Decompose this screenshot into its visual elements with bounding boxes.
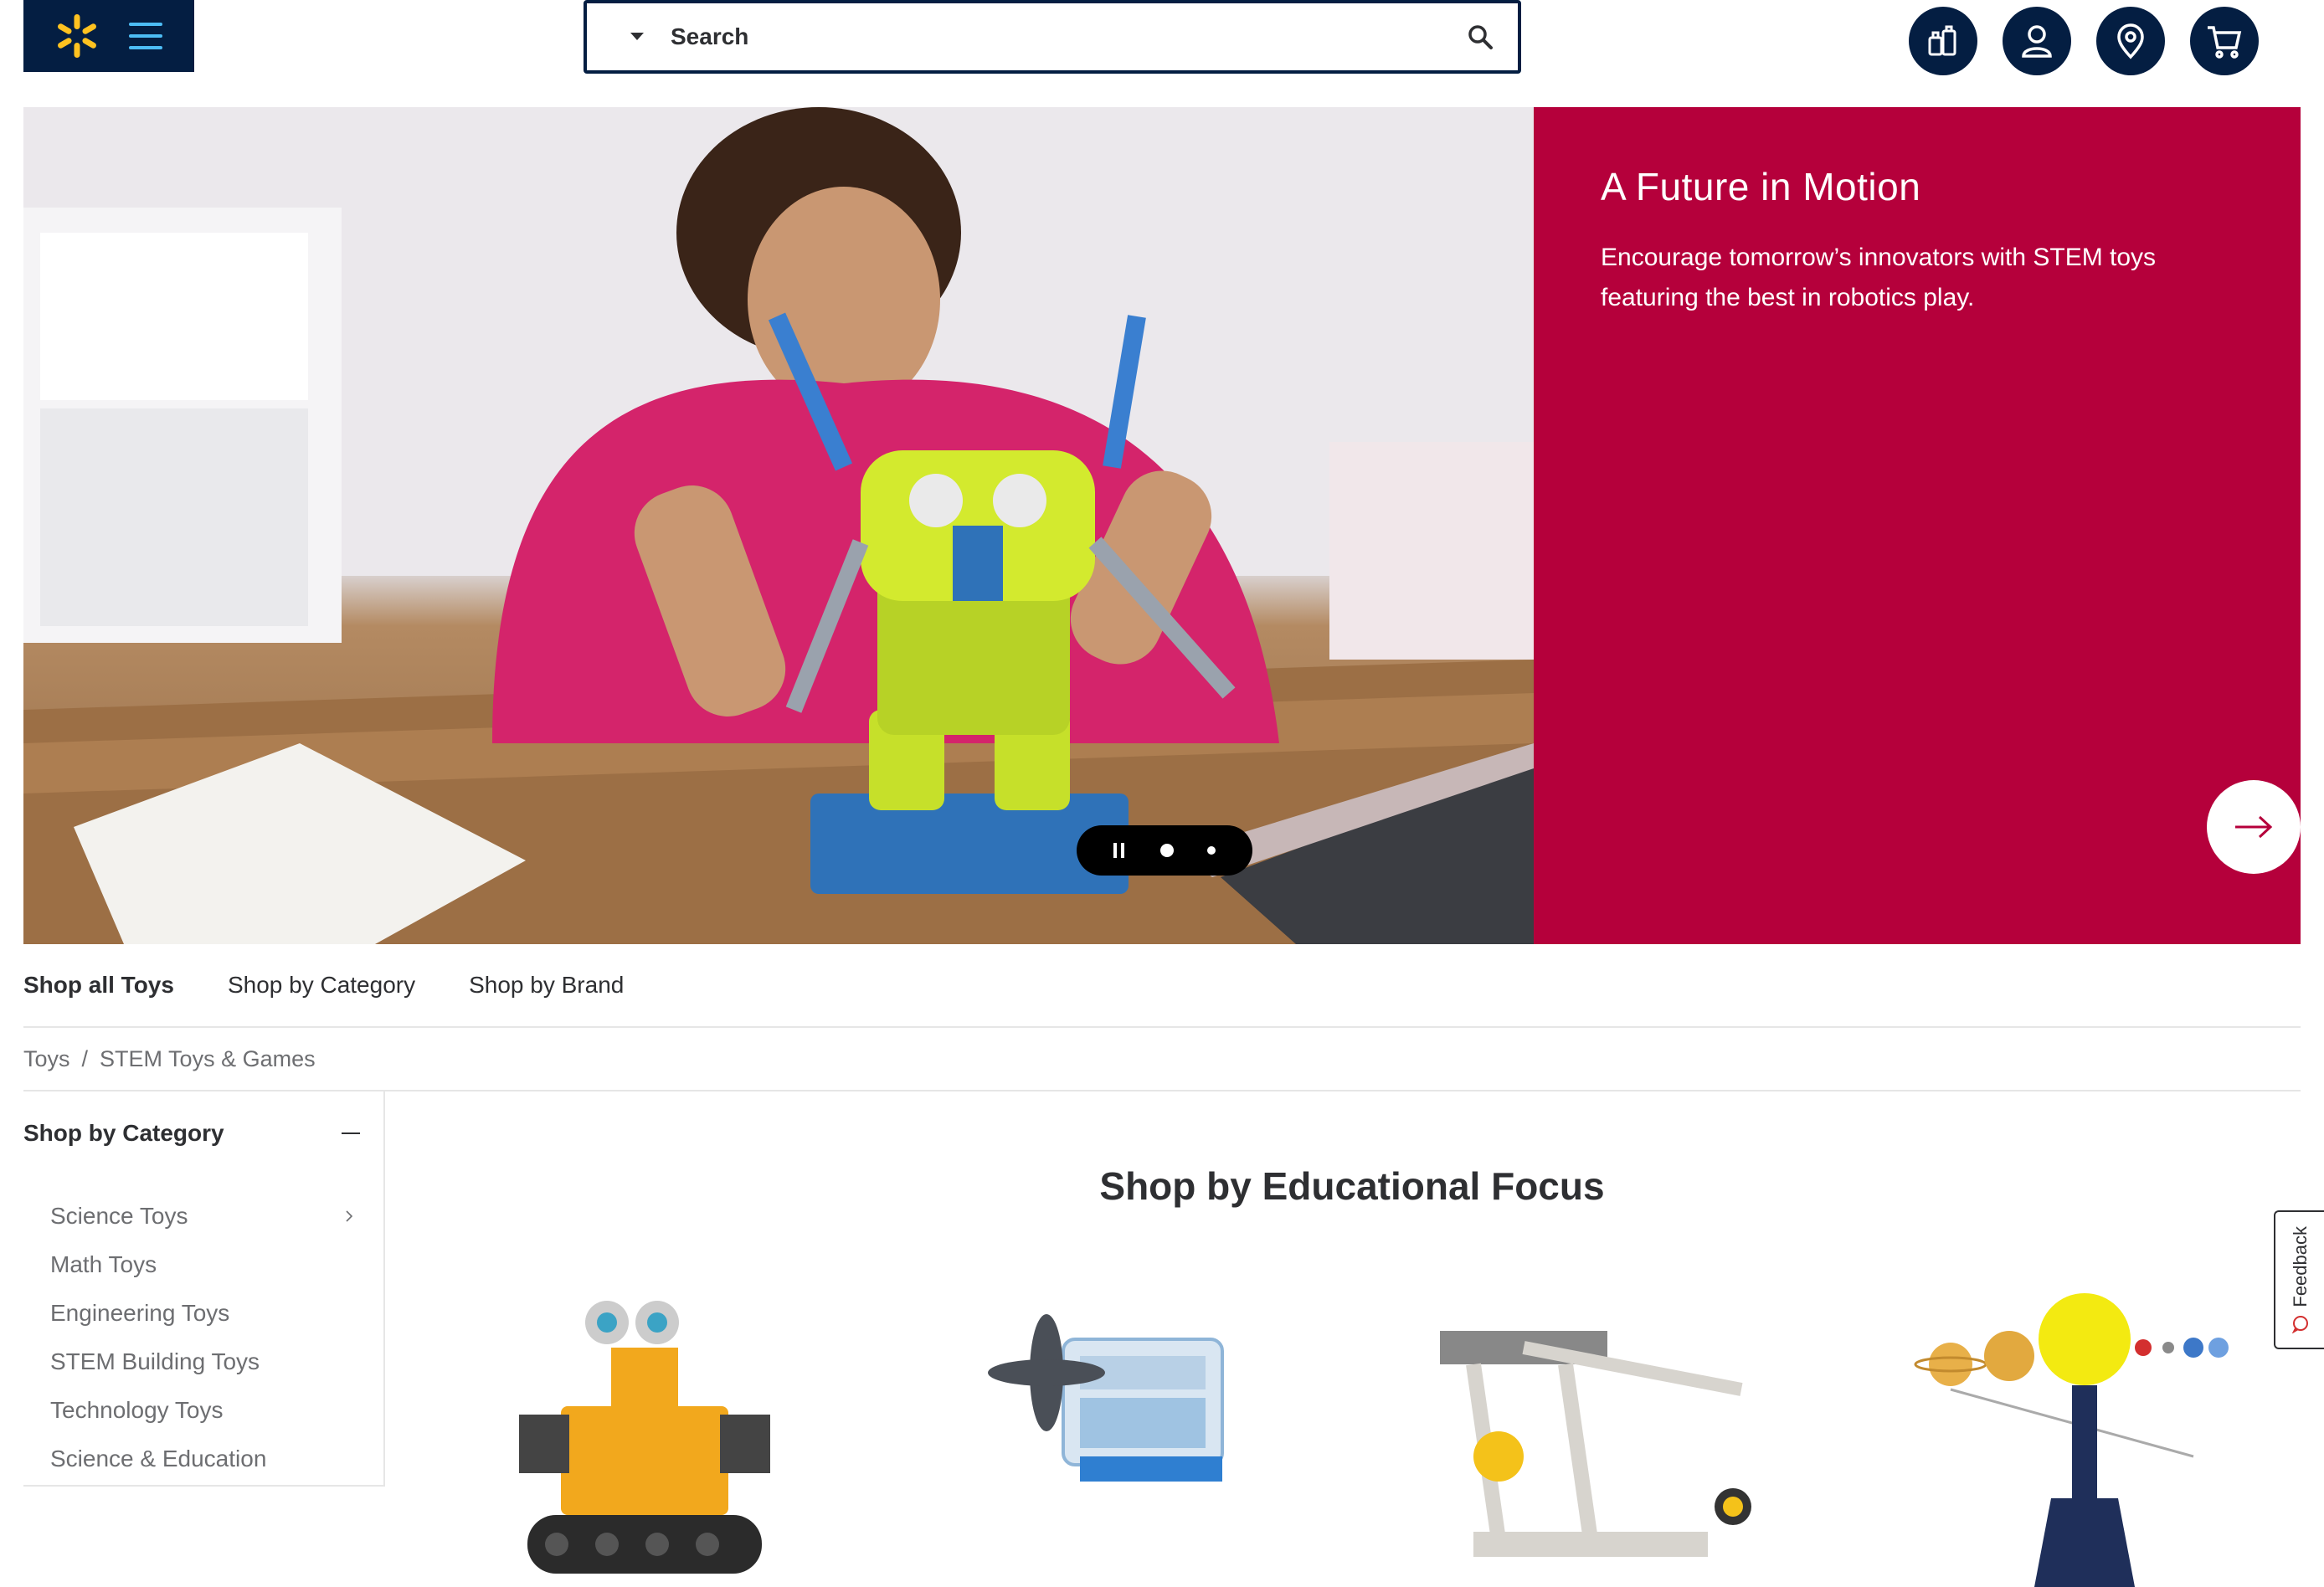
- search-input[interactable]: [671, 23, 1442, 50]
- section-title: Shop by Educational Focus: [1099, 1164, 1605, 1208]
- walmart-logo-bar[interactable]: [23, 0, 194, 72]
- feedback-label: Feedback: [2290, 1225, 2311, 1307]
- product-image-solar-system-model[interactable]: [1909, 1289, 2260, 1587]
- breadcrumb-separator: /: [81, 1045, 89, 1071]
- store-location-icon[interactable]: [2096, 7, 2165, 75]
- account-icon[interactable]: [2003, 7, 2071, 75]
- feedback-tab[interactable]: Feedback: [2274, 1210, 2324, 1349]
- product-image-crane-kit[interactable]: [1423, 1289, 1775, 1587]
- breadcrumb: Toys / STEM Toys & Games: [23, 1028, 2301, 1091]
- sidebar-item-engineering-toys[interactable]: Engineering Toys: [50, 1289, 383, 1338]
- hero-text-panel: A Future in Motion Encourage tomorrow’s …: [1534, 107, 2301, 944]
- slide-dot-active[interactable]: [1160, 844, 1174, 857]
- sidebar-item-stem-building-toys[interactable]: STEM Building Toys: [50, 1338, 383, 1386]
- feedback-chat-icon: [2291, 1316, 2308, 1334]
- sidebar-item-science-education[interactable]: Science & Education: [50, 1435, 383, 1483]
- sidebar-title: Shop by Category: [23, 1120, 224, 1146]
- collapse-minus-icon[interactable]: [342, 1132, 360, 1134]
- search-icon[interactable]: [1442, 23, 1518, 50]
- spark-logo-icon[interactable]: [54, 13, 100, 59]
- toys-subnav: Shop all Toys Shop by Category Shop by B…: [23, 944, 2301, 1028]
- educational-focus-grid: [435, 1289, 2311, 1587]
- sidebar-item-label: Math Toys: [50, 1251, 157, 1277]
- next-slide-button[interactable]: [2207, 780, 2301, 874]
- arrow-right-icon: [2235, 815, 2273, 839]
- pause-icon[interactable]: [1113, 843, 1127, 858]
- sidebar-header[interactable]: Shop by Category: [23, 1091, 383, 1175]
- hero-description: Encourage tomorrow’s innovators with STE…: [1601, 244, 2157, 311]
- sidebar-item-technology-toys[interactable]: Technology Toys: [50, 1386, 383, 1435]
- sidebar-item-math-toys[interactable]: Math Toys: [50, 1240, 383, 1289]
- menu-icon[interactable]: [127, 19, 164, 53]
- breadcrumb-stem-toys-games[interactable]: STEM Toys & Games: [100, 1046, 316, 1072]
- product-image-engine-kit[interactable]: [954, 1289, 1306, 1587]
- carousel-controls: [1077, 825, 1252, 876]
- departments-icon[interactable]: [1909, 7, 1977, 75]
- subnav-shop-by-category[interactable]: Shop by Category: [228, 972, 415, 999]
- category-list: Science Toys Math Toys Engineering Toys …: [23, 1175, 383, 1483]
- sidebar-item-label: Engineering Toys: [50, 1300, 230, 1326]
- slide-dot[interactable]: [1207, 846, 1216, 855]
- hero-image-girl-with-robot: [23, 107, 1534, 944]
- breadcrumb-toys[interactable]: Toys: [23, 1046, 70, 1072]
- chevron-right-icon: [346, 1210, 353, 1222]
- subnav-shop-by-brand[interactable]: Shop by Brand: [469, 972, 624, 999]
- sidebar-item-label: STEM Building Toys: [50, 1348, 260, 1374]
- department-dropdown-caret-icon[interactable]: [587, 32, 671, 42]
- sidebar-item-label: Science Toys: [50, 1203, 188, 1229]
- product-image-robot-kit[interactable]: [469, 1289, 820, 1587]
- header-actions: [1909, 7, 2259, 75]
- category-sidebar: Shop by Category Science Toys Math Toys …: [23, 1091, 385, 1487]
- subnav-shop-all-toys[interactable]: Shop all Toys: [23, 972, 174, 999]
- hero-banner[interactable]: A Future in Motion Encourage tomorrow’s …: [23, 107, 2301, 944]
- hero-title: A Future in Motion: [1601, 165, 1921, 208]
- search-bar: [584, 0, 1521, 74]
- sidebar-item-label: Technology Toys: [50, 1397, 224, 1423]
- sidebar-item-label: Science & Education: [50, 1446, 267, 1471]
- cart-icon[interactable]: [2190, 7, 2259, 75]
- sidebar-item-science-toys[interactable]: Science Toys: [50, 1192, 383, 1240]
